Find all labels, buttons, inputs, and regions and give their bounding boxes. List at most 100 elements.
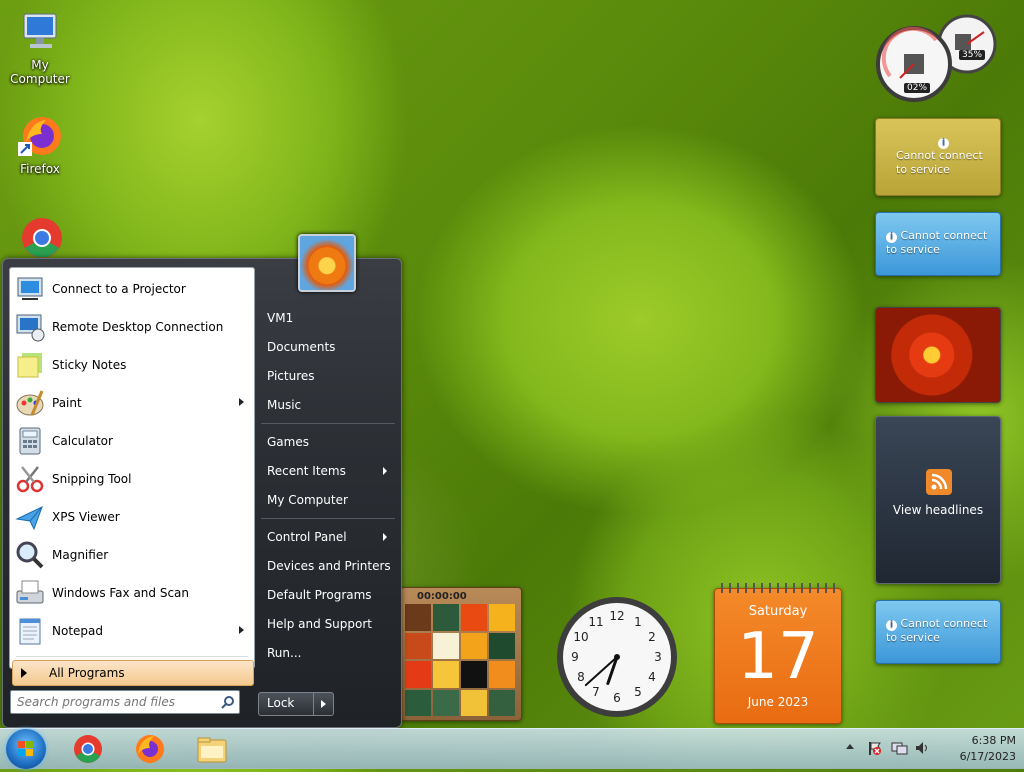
search-input[interactable] bbox=[15, 691, 219, 713]
link-my-computer[interactable]: My Computer bbox=[265, 487, 397, 513]
link-control-panel[interactable]: Control Panel bbox=[265, 524, 397, 550]
submenu-arrow-icon bbox=[383, 533, 387, 541]
program-remote-desktop[interactable]: Remote Desktop Connection bbox=[10, 308, 254, 346]
link-devices-printers[interactable]: Devices and Printers bbox=[265, 553, 397, 579]
program-paint[interactable]: Paint bbox=[10, 384, 254, 422]
link-label: My Computer bbox=[267, 493, 348, 507]
calculator-icon bbox=[14, 425, 46, 457]
action-center-flag-icon[interactable] bbox=[866, 740, 882, 756]
link-help-support[interactable]: Help and Support bbox=[265, 611, 397, 637]
link-label: Control Panel bbox=[267, 530, 347, 544]
arrow-right-icon bbox=[21, 668, 27, 678]
desktop-icon-my-computer[interactable]: My Computer bbox=[0, 8, 80, 86]
all-programs-button[interactable]: All Programs bbox=[12, 660, 254, 686]
link-run[interactable]: Run... bbox=[265, 640, 397, 666]
slideshow-gadget[interactable] bbox=[875, 307, 1001, 403]
link-label: Documents bbox=[267, 340, 336, 354]
link-music[interactable]: Music bbox=[265, 392, 397, 418]
notepad-icon bbox=[14, 615, 46, 647]
link-recent-items[interactable]: Recent Items bbox=[265, 458, 397, 484]
program-label: Windows Fax and Scan bbox=[52, 586, 190, 600]
chrome-icon bbox=[74, 735, 102, 763]
link-label: Music bbox=[267, 398, 302, 412]
svg-text:12: 12 bbox=[609, 609, 624, 623]
pinned-programs-list: Connect to a Projector Remote Desktop Co… bbox=[9, 267, 255, 686]
link-documents[interactable]: Documents bbox=[265, 334, 397, 360]
search-box[interactable] bbox=[10, 690, 240, 714]
start-button[interactable] bbox=[6, 729, 46, 769]
lock-button[interactable]: Lock bbox=[258, 692, 334, 716]
program-fax-scan[interactable]: Windows Fax and Scan bbox=[10, 574, 254, 612]
link-label: VM1 bbox=[267, 311, 294, 325]
weather-message: Cannot connect to service bbox=[886, 229, 988, 256]
picture-puzzle-gadget[interactable]: 00:00:00 bbox=[400, 587, 522, 721]
link-default-programs[interactable]: Default Programs bbox=[265, 582, 397, 608]
calendar-month-year: June 2023 bbox=[747, 695, 809, 709]
calendar-gadget[interactable]: Saturday 17 June 2023 bbox=[714, 583, 842, 724]
cpu-meter-gadget[interactable]: 02% 35% bbox=[872, 6, 1002, 102]
user-picture[interactable] bbox=[298, 234, 356, 292]
xps-viewer-icon bbox=[14, 501, 46, 533]
program-notepad[interactable]: Notepad bbox=[10, 612, 254, 650]
svg-text:2: 2 bbox=[648, 630, 656, 644]
svg-text:7: 7 bbox=[592, 685, 600, 699]
info-icon: i bbox=[886, 620, 897, 631]
rss-icon bbox=[926, 469, 952, 495]
desktop-icon-chrome[interactable] bbox=[0, 214, 80, 264]
link-label: Pictures bbox=[267, 369, 315, 383]
taskbar-clock[interactable]: 6:38 PM 6/17/2023 bbox=[936, 733, 1016, 765]
snipping-tool-icon bbox=[14, 463, 46, 495]
magnifier-icon bbox=[14, 539, 46, 571]
feed-headlines-gadget[interactable]: View headlines bbox=[875, 416, 1001, 584]
submenu-arrow-icon bbox=[239, 398, 244, 406]
program-label: Calculator bbox=[52, 434, 113, 448]
memory-percent: 35% bbox=[959, 50, 986, 60]
svg-text:11: 11 bbox=[588, 615, 603, 629]
taskbar-chrome-button[interactable] bbox=[68, 732, 108, 766]
program-label: Sticky Notes bbox=[52, 358, 127, 372]
desktop-icon-label: Firefox bbox=[20, 162, 60, 176]
program-xps-viewer[interactable]: XPS Viewer bbox=[10, 498, 254, 536]
all-programs-label: All Programs bbox=[49, 666, 125, 680]
tray-overflow-icon[interactable] bbox=[846, 744, 854, 749]
svg-text:5: 5 bbox=[634, 685, 642, 699]
program-snipping-tool[interactable]: Snipping Tool bbox=[10, 460, 254, 498]
program-label: Snipping Tool bbox=[52, 472, 132, 486]
link-label: Default Programs bbox=[267, 588, 372, 602]
submenu-arrow-icon bbox=[383, 467, 387, 475]
taskbar-time: 6:38 PM bbox=[971, 734, 1016, 747]
taskbar-explorer-button[interactable] bbox=[192, 732, 232, 766]
firefox-icon bbox=[16, 112, 64, 160]
program-sticky-notes[interactable]: Sticky Notes bbox=[10, 346, 254, 384]
windows-logo-icon bbox=[18, 741, 33, 756]
network-icon[interactable] bbox=[890, 740, 908, 756]
program-connect-projector[interactable]: Connect to a Projector bbox=[10, 270, 254, 308]
program-calculator[interactable]: Calculator bbox=[10, 422, 254, 460]
calendar-day: 17 bbox=[737, 620, 819, 694]
taskbar-date: 6/17/2023 bbox=[959, 750, 1016, 763]
link-pictures[interactable]: Pictures bbox=[265, 363, 397, 389]
stocks-gadget[interactable]: i Cannot connect to service bbox=[875, 600, 1001, 664]
remote-desktop-icon bbox=[14, 311, 46, 343]
calendar-weekday: Saturday bbox=[748, 604, 808, 619]
info-icon: i bbox=[886, 232, 897, 243]
link-user[interactable]: VM1 bbox=[265, 305, 397, 331]
volume-icon[interactable] bbox=[914, 740, 930, 756]
currency-gadget[interactable]: i Cannot connect to service bbox=[875, 118, 1001, 196]
computer-icon bbox=[16, 8, 64, 56]
chrome-icon bbox=[16, 214, 64, 262]
link-label: Devices and Printers bbox=[267, 559, 391, 573]
desktop-icon-firefox[interactable]: Firefox bbox=[0, 112, 80, 176]
shutdown-options-arrow-icon[interactable] bbox=[321, 700, 326, 708]
program-magnifier[interactable]: Magnifier bbox=[10, 536, 254, 574]
program-label: Connect to a Projector bbox=[52, 282, 186, 296]
search-icon[interactable] bbox=[221, 695, 235, 709]
view-headlines-link[interactable]: View headlines bbox=[876, 503, 1000, 517]
weather-gadget[interactable]: i Cannot connect to service bbox=[875, 212, 1001, 276]
projector-icon bbox=[14, 273, 46, 305]
link-games[interactable]: Games bbox=[265, 429, 397, 455]
explorer-icon bbox=[197, 737, 227, 763]
clock-gadget: 12 1 2 3 4567 8 9 10 11 bbox=[554, 594, 680, 720]
svg-text:8: 8 bbox=[577, 670, 585, 684]
taskbar-firefox-button[interactable] bbox=[130, 732, 170, 766]
